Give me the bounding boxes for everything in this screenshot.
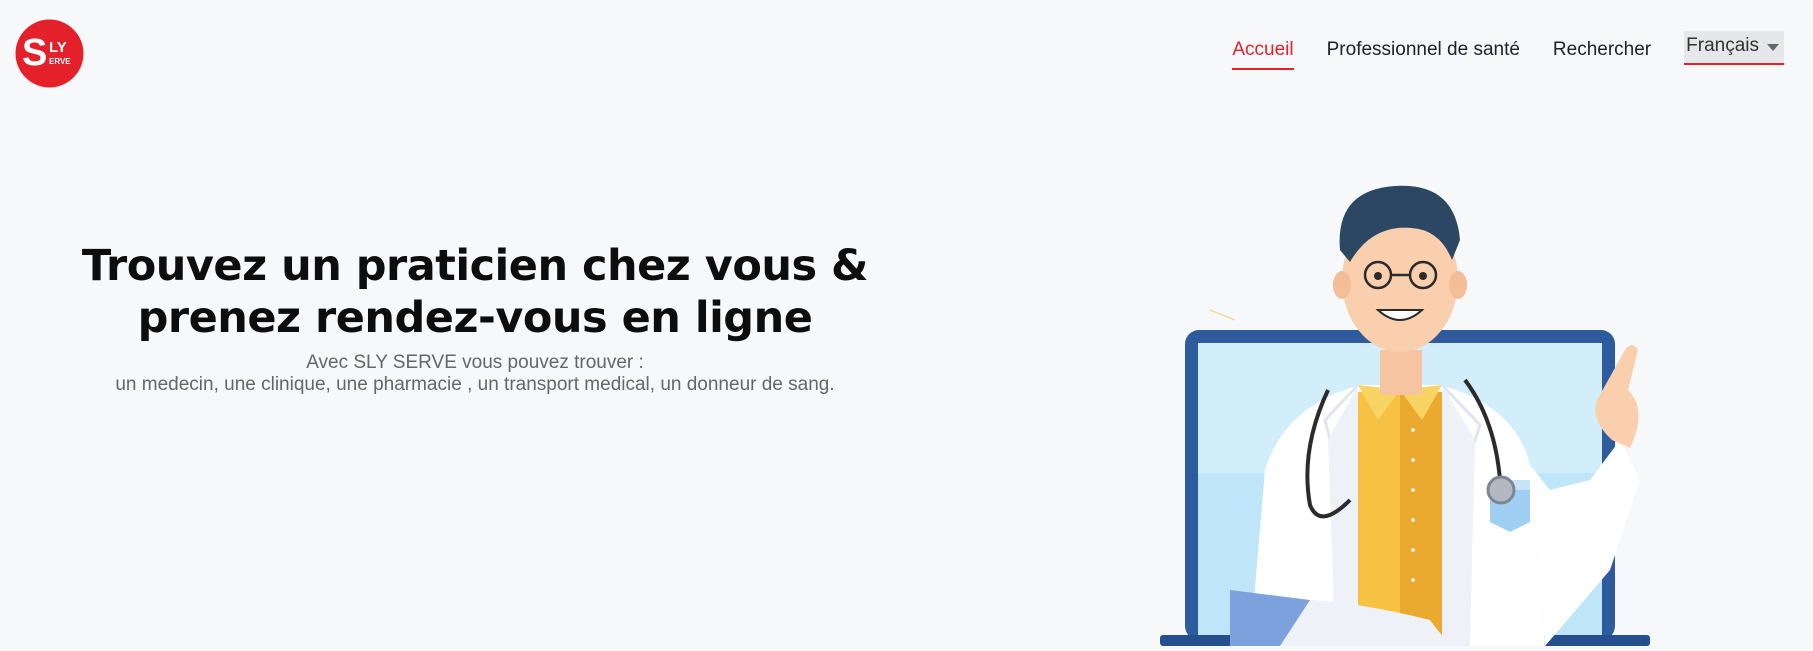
logo-text-ly: LY xyxy=(49,39,67,56)
language-select[interactable]: Français xyxy=(1684,31,1784,65)
hero-title: Trouvez un praticien chez vous & prenez … xyxy=(45,240,905,344)
hero-subtitle: Avec SLY SERVE vous pouvez trouver : un … xyxy=(45,352,905,396)
hero-section: Trouvez un praticien chez vous & prenez … xyxy=(45,240,905,396)
logo-letter-s: S xyxy=(22,32,47,74)
nav-accueil[interactable]: Accueil xyxy=(1232,38,1294,70)
hero-title-line-1: Trouvez un praticien chez vous & xyxy=(81,241,869,291)
main-nav: Accueil Professionnel de santé Recherche… xyxy=(1199,31,1784,70)
language-label: Français xyxy=(1686,35,1759,56)
sly-serve-logo[interactable]: S LY ERVE xyxy=(15,19,84,88)
nav-rechercher[interactable]: Rechercher xyxy=(1553,38,1651,70)
hero-title-line-2: prenez rendez-vous en ligne xyxy=(137,293,813,343)
doctor-illustration xyxy=(1150,180,1690,646)
logo-text-erve: ERVE xyxy=(49,57,71,66)
hero-subtitle-line-1: Avec SLY SERVE vous pouvez trouver : xyxy=(306,352,644,373)
hero-subtitle-line-2: un medecin, une clinique, une pharmacie … xyxy=(115,374,835,395)
nav-professionnel-de-sante[interactable]: Professionnel de santé xyxy=(1327,38,1520,70)
chevron-down-icon xyxy=(1767,43,1779,51)
